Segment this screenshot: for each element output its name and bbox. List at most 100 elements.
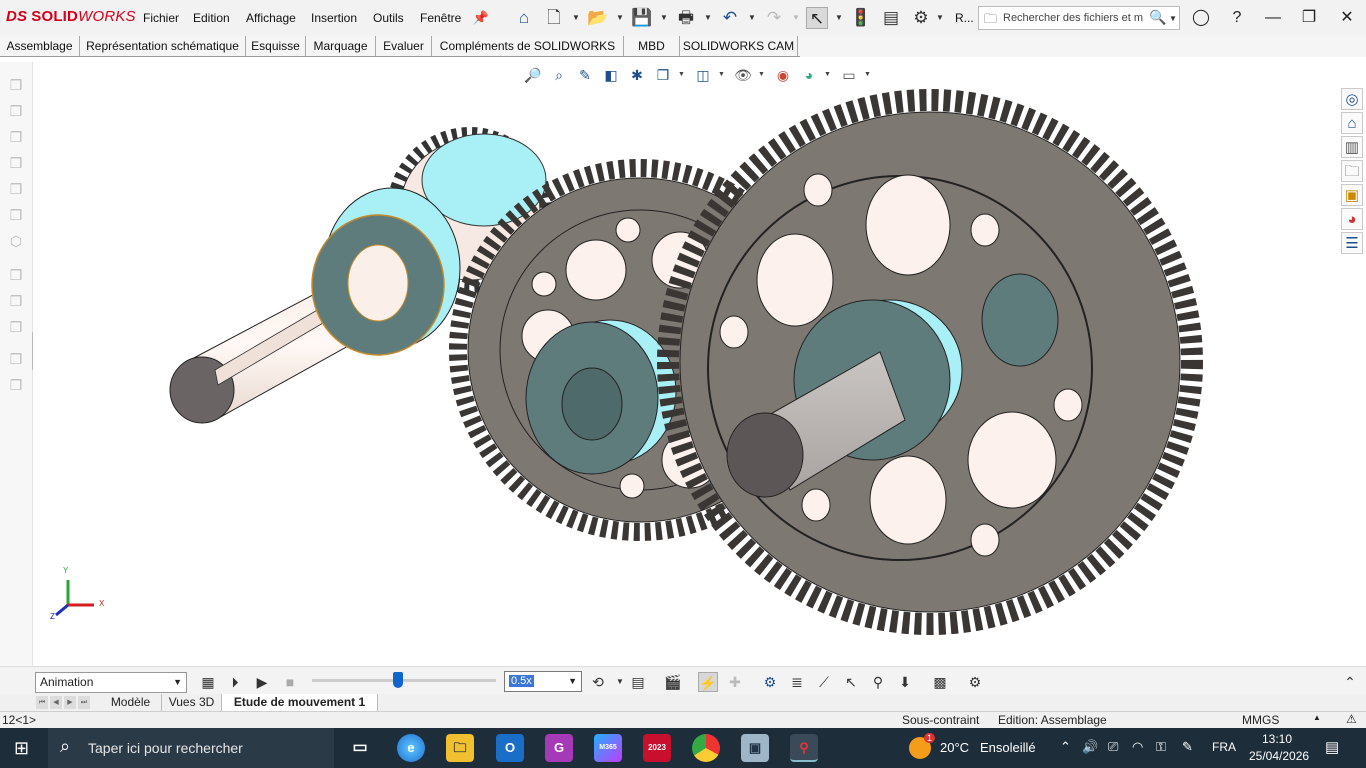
tab-solidworks-cam[interactable]: SOLIDWORKS CAM bbox=[680, 36, 798, 57]
collapse-timeline-icon[interactable]: ⌃ bbox=[1340, 672, 1360, 692]
search-input[interactable]: Rechercher des fichiers et m bbox=[1003, 12, 1143, 24]
force-icon[interactable]: ↖ bbox=[841, 672, 861, 692]
stop-icon[interactable]: ■ bbox=[280, 672, 300, 692]
tab-modele[interactable]: Modèle bbox=[100, 694, 162, 711]
home-pane-icon[interactable]: ⌂ bbox=[1341, 112, 1363, 134]
solidworks-logo[interactable]: DS SOLIDWORKS bbox=[6, 8, 136, 25]
component-icon[interactable]: ❒ bbox=[7, 266, 25, 284]
component-icon[interactable]: ❒ bbox=[7, 318, 25, 336]
calculate-icon[interactable]: ▦ bbox=[198, 672, 218, 692]
search-box[interactable]: 🗀 Rechercher des fichiers et m 🔍 ▼ bbox=[978, 6, 1180, 30]
component-icon[interactable]: ⬡ bbox=[7, 232, 25, 250]
view-orientation-icon[interactable]: ❐ bbox=[653, 66, 673, 84]
next-tab-icon[interactable]: ▶ bbox=[64, 696, 76, 709]
notifications-icon[interactable]: ▤ bbox=[1325, 738, 1339, 756]
tab-evaluer[interactable]: Evaluer bbox=[376, 36, 432, 57]
m365-icon[interactable]: M365 bbox=[594, 734, 622, 762]
solidworks-2023-icon[interactable]: 2023 bbox=[643, 734, 671, 762]
task-view-icon[interactable]: ▭ bbox=[346, 734, 374, 762]
damper-icon[interactable]: ⟋ bbox=[814, 672, 834, 692]
display-style-dropdown-icon[interactable]: ▼ bbox=[718, 71, 725, 78]
close-button[interactable]: ✕ bbox=[1334, 6, 1360, 30]
restore-button[interactable]: ❐ bbox=[1296, 6, 1322, 30]
menu-outils[interactable]: Outils bbox=[373, 11, 404, 25]
dynamic-annotation-icon[interactable]: ✱ bbox=[627, 66, 647, 84]
first-tab-icon[interactable]: ⏮ bbox=[36, 696, 48, 709]
prev-tab-icon[interactable]: ◀ bbox=[50, 696, 62, 709]
redo-dropdown-icon[interactable]: ▼ bbox=[792, 14, 800, 22]
view-settings-icon[interactable]: ▭ bbox=[839, 66, 859, 84]
account-icon[interactable]: ◯ bbox=[1188, 6, 1214, 30]
search-dropdown-icon[interactable]: ▼ bbox=[1169, 14, 1177, 23]
traffic-light-icon[interactable]: 🚦 bbox=[850, 7, 872, 29]
undo-dropdown-icon[interactable]: ▼ bbox=[748, 14, 756, 22]
design-library-icon[interactable]: ▥ bbox=[1341, 136, 1363, 158]
file-explorer-icon[interactable]: 🗀 bbox=[446, 734, 474, 762]
menu-affichage[interactable]: Affichage bbox=[246, 11, 296, 25]
tab-mbd[interactable]: MBD bbox=[624, 36, 680, 57]
new-document-icon[interactable]: 🗋 bbox=[543, 7, 565, 29]
redo-icon[interactable]: ↷ bbox=[763, 7, 785, 29]
home-icon[interactable]: ⌂ bbox=[513, 7, 535, 29]
print-icon[interactable]: 🖶 bbox=[675, 7, 697, 29]
previous-view-icon[interactable]: ✎ bbox=[575, 66, 595, 84]
menu-fichier[interactable]: Fichier bbox=[143, 11, 179, 25]
component-icon[interactable]: ❒ bbox=[7, 180, 25, 198]
last-tab-icon[interactable]: ⏭ bbox=[78, 696, 90, 709]
playback-speed-select[interactable]: 0.5x ▼ bbox=[504, 671, 582, 692]
tab-marquage[interactable]: Marquage bbox=[306, 36, 376, 57]
view-palette-icon[interactable]: ▣ bbox=[1341, 184, 1363, 206]
open-icon[interactable]: 📂 bbox=[587, 7, 609, 29]
contact-icon[interactable]: ⚲ bbox=[868, 672, 888, 692]
image-viewer-icon[interactable]: ▣ bbox=[741, 734, 769, 762]
select-dropdown-icon[interactable]: ▼ bbox=[835, 14, 843, 22]
playback-slider[interactable] bbox=[312, 679, 496, 682]
weather-temp[interactable]: 20°C bbox=[940, 740, 969, 755]
save-icon[interactable]: 💾 bbox=[631, 7, 653, 29]
units-dropdown-icon[interactable]: ▲ bbox=[1313, 713, 1321, 722]
weather-text[interactable]: Ensoleillé bbox=[980, 740, 1036, 755]
autokey-icon[interactable]: ⚡ bbox=[698, 672, 718, 692]
volume-icon[interactable]: 🔊 bbox=[1082, 739, 1098, 755]
solidworks-active-icon[interactable]: ⚲ bbox=[790, 734, 818, 762]
pin-icon[interactable]: 📌 bbox=[470, 7, 492, 29]
save-dropdown-icon[interactable]: ▼ bbox=[660, 14, 668, 22]
edit-appearance-icon[interactable]: ◉ bbox=[773, 66, 793, 84]
component-icon[interactable]: ❒ bbox=[7, 350, 25, 368]
menu-edition[interactable]: Edition bbox=[193, 11, 230, 25]
view-orientation-dropdown-icon[interactable]: ▼ bbox=[678, 71, 685, 78]
undo-icon[interactable]: ↶ bbox=[719, 7, 741, 29]
hide-show-icon[interactable]: 👁 bbox=[733, 66, 753, 84]
chrome-icon[interactable] bbox=[692, 734, 720, 762]
tab-representation-schematique[interactable]: Représentation schématique bbox=[80, 36, 246, 57]
spring-icon[interactable]: ≣ bbox=[787, 672, 807, 692]
edge-icon[interactable]: e bbox=[397, 734, 425, 762]
study-type-select[interactable]: Animation ▼ bbox=[35, 672, 187, 693]
motor-icon[interactable]: ⚙ bbox=[760, 672, 780, 692]
playback-slider-thumb[interactable] bbox=[393, 672, 404, 688]
play-icon[interactable]: ▶ bbox=[252, 672, 272, 692]
taskbar-search[interactable]: ⌕ Taper ici pour rechercher bbox=[48, 728, 334, 768]
options-icon[interactable]: ⚙ bbox=[910, 7, 932, 29]
outlook-icon[interactable]: O bbox=[496, 734, 524, 762]
print-dropdown-icon[interactable]: ▼ bbox=[704, 14, 712, 22]
zoom-to-area-icon[interactable]: ⌕ bbox=[549, 66, 569, 84]
appearances-icon[interactable]: ◕ bbox=[1341, 208, 1363, 230]
scene-dropdown-icon[interactable]: ▼ bbox=[824, 71, 831, 78]
tab-assemblage[interactable]: Assemblage bbox=[0, 36, 80, 57]
graphics-area[interactable]: Y X Z 🔎 ⌕ ✎ ◧ ✱ ❐ ▼ ◫ ▼ 👁 ▼ ◉ ◕ ▼ ▭ ▼ ◧ … bbox=[33, 62, 1340, 666]
play-from-start-icon[interactable]: ⏵ bbox=[225, 672, 245, 692]
animation-wizard-icon[interactable]: 🎬 bbox=[663, 672, 683, 692]
clock-time[interactable]: 13:10 bbox=[1262, 732, 1292, 746]
component-icon[interactable]: ❒ bbox=[7, 376, 25, 394]
minimize-button[interactable]: — bbox=[1260, 6, 1286, 30]
windows-start-icon[interactable]: ⊞ bbox=[14, 738, 29, 759]
playback-mode-icon[interactable]: ⟲ bbox=[588, 672, 608, 692]
component-icon[interactable]: ❒ bbox=[7, 154, 25, 172]
tab-etude-de-mouvement[interactable]: Etude de mouvement 1 bbox=[222, 694, 378, 711]
menu-fenetre[interactable]: Fenêtre bbox=[420, 11, 461, 25]
pen-icon[interactable]: ✎ bbox=[1182, 739, 1193, 755]
add-key-icon[interactable]: ✚ bbox=[725, 672, 745, 692]
select-icon[interactable]: ↖ bbox=[806, 7, 828, 29]
status-customize-icon[interactable]: ⚠ bbox=[1346, 712, 1357, 726]
